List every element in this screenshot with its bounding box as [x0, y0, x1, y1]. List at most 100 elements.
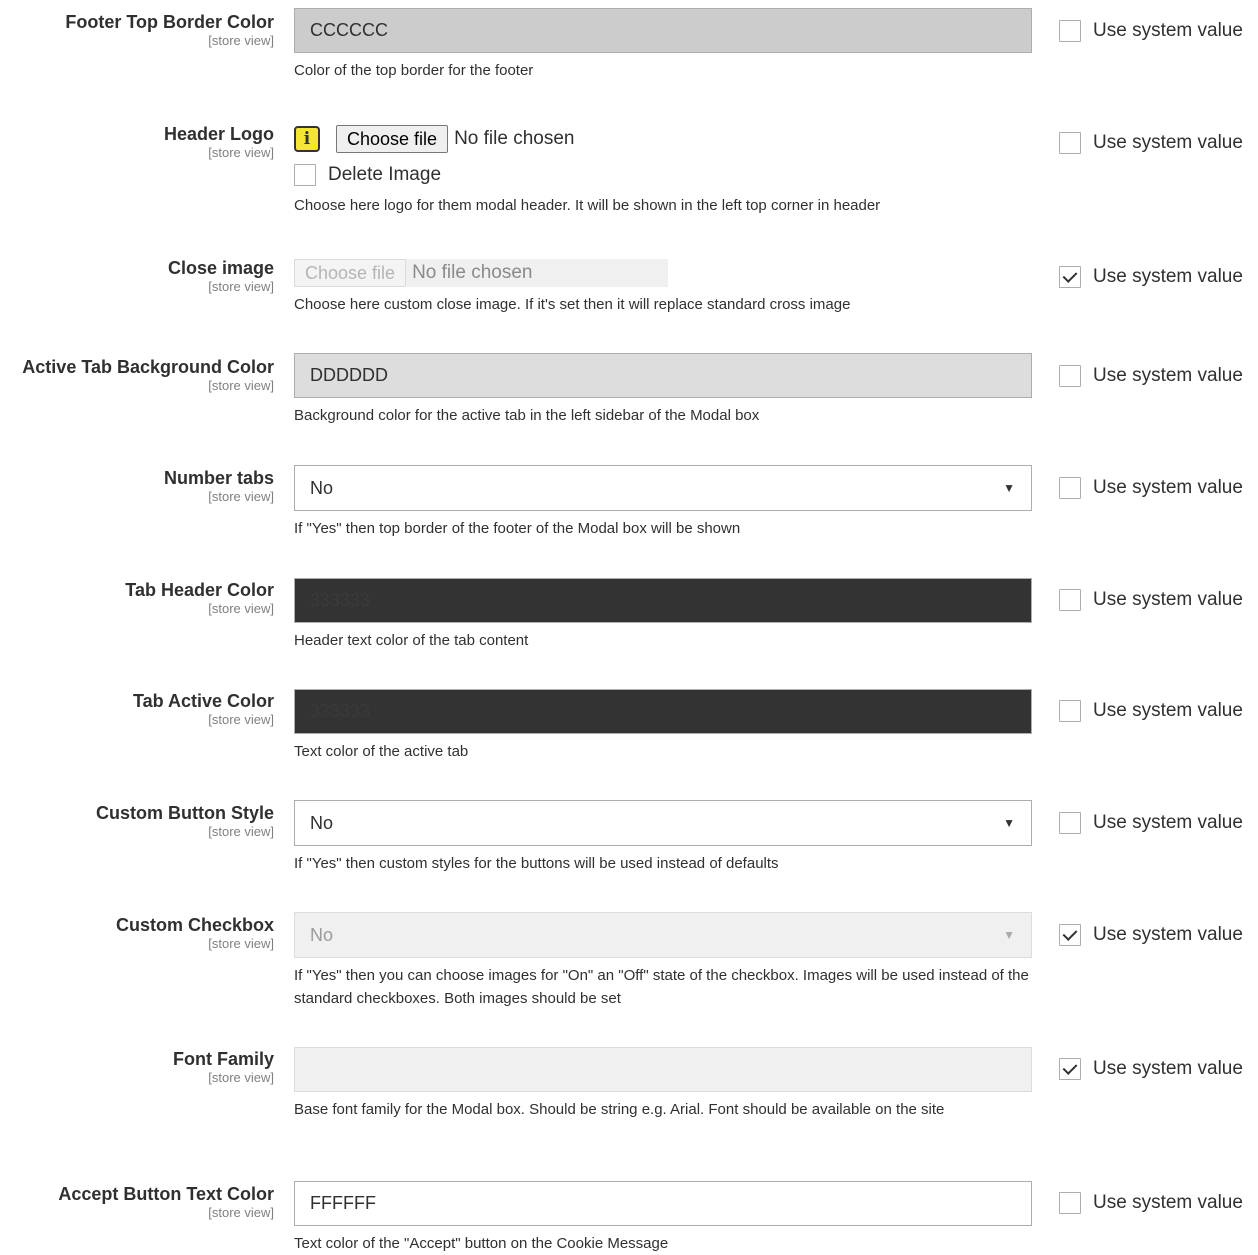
select-value: No	[310, 925, 334, 945]
field-note: If "Yes" then custom styles for the butt…	[294, 855, 779, 872]
use-system-value-toggle[interactable]: Use system value	[1059, 477, 1243, 499]
select-value: No	[310, 813, 334, 833]
field-note: Header text color of the tab content	[294, 632, 529, 649]
use-system-value-checkbox[interactable]	[1059, 589, 1081, 611]
use-system-value-toggle[interactable]: Use system value	[1059, 132, 1243, 154]
field-note: Choose here logo for them modal header. …	[294, 197, 881, 214]
scope-label: [store view]	[208, 712, 274, 727]
use-system-value-label: Use system value	[1093, 477, 1243, 498]
scope-label: [store view]	[208, 145, 274, 160]
scope-label: [store view]	[208, 1205, 274, 1220]
use-system-value-toggle[interactable]: Use system value	[1059, 812, 1243, 834]
use-system-value-checkbox[interactable]	[1059, 365, 1081, 387]
use-system-value-toggle[interactable]: Use system value	[1059, 1058, 1243, 1080]
use-system-value-toggle[interactable]: Use system value	[1059, 1192, 1243, 1214]
use-system-value-label: Use system value	[1093, 589, 1243, 610]
field-label-group: Footer Top Border Color [store view]	[65, 10, 274, 48]
file-upload: i Choose file No file chosen	[294, 124, 1032, 154]
scope-label: [store view]	[208, 824, 274, 839]
use-system-value-label: Use system value	[1093, 1058, 1243, 1079]
accept-button-text-color-input[interactable]: FFFFFF	[294, 1181, 1032, 1226]
file-status: No file chosen	[412, 262, 533, 283]
use-system-value-toggle[interactable]: Use system value	[1059, 589, 1243, 611]
use-system-value-label: Use system value	[1093, 132, 1243, 153]
field-label-group: Tab Active Color [store view]	[133, 689, 274, 727]
field-label: Font Family	[172, 1049, 274, 1069]
choose-file-button: Choose file	[294, 259, 407, 287]
use-system-value-label: Use system value	[1093, 1192, 1243, 1213]
field-label-group: Font Family [store view]	[173, 1047, 274, 1085]
use-system-value-checkbox[interactable]	[1059, 266, 1081, 288]
use-system-value-label: Use system value	[1093, 20, 1243, 41]
field-label: Custom Button Style	[96, 803, 274, 823]
field-label-group: Number tabs [store view]	[164, 466, 274, 504]
field-note: Text color of the "Accept" button on the…	[294, 1235, 669, 1252]
tab-header-color-input[interactable]: 333333	[294, 578, 1032, 623]
scope-label: [store view]	[208, 33, 274, 48]
field-label: Header Logo	[163, 124, 274, 144]
custom-button-style-select[interactable]: No ▼	[294, 800, 1032, 846]
field-note: Color of the top border for the footer	[294, 62, 534, 79]
delete-image-option[interactable]: Delete Image	[294, 164, 1032, 186]
scope-label: [store view]	[208, 1070, 274, 1085]
number-tabs-select[interactable]: No ▼	[294, 465, 1032, 511]
field-note: If "Yes" then top border of the footer o…	[294, 520, 741, 537]
use-system-value-checkbox[interactable]	[1059, 477, 1081, 499]
use-system-value-checkbox[interactable]	[1059, 1192, 1081, 1214]
field-label: Tab Header Color	[125, 580, 274, 600]
dropdown-arrow-icon: ▼	[1003, 481, 1015, 495]
use-system-value-checkbox[interactable]	[1059, 924, 1081, 946]
info-icon[interactable]: i	[294, 126, 320, 152]
active-tab-background-color-input[interactable]: DDDDDD	[294, 353, 1032, 398]
scope-label: [store view]	[208, 601, 274, 616]
field-note: If "Yes" then you can choose images for …	[294, 967, 1029, 1007]
field-label-group: Header Logo [store view]	[164, 122, 274, 160]
field-label: Footer Top Border Color	[65, 12, 274, 32]
field-label: Number tabs	[163, 468, 274, 488]
field-label: Close image	[167, 258, 274, 278]
use-system-value-label: Use system value	[1093, 365, 1243, 386]
tab-active-color-input[interactable]: 333333	[294, 689, 1032, 734]
select-value: No	[310, 478, 334, 498]
field-label-group: Accept Button Text Color [store view]	[58, 1182, 274, 1220]
delete-image-label: Delete Image	[328, 164, 442, 185]
file-status: No file chosen	[454, 128, 575, 149]
field-label: Custom Checkbox	[115, 915, 274, 935]
use-system-value-toggle[interactable]: Use system value	[1059, 924, 1243, 946]
use-system-value-label: Use system value	[1093, 924, 1243, 945]
dropdown-arrow-icon: ▼	[1003, 928, 1015, 942]
dropdown-arrow-icon: ▼	[1003, 816, 1015, 830]
scope-label: [store view]	[208, 489, 274, 504]
use-system-value-label: Use system value	[1093, 812, 1243, 833]
field-note: Text color of the active tab	[294, 743, 469, 760]
footer-top-border-color-input[interactable]: CCCCCC	[294, 8, 1032, 53]
use-system-value-checkbox[interactable]	[1059, 1058, 1081, 1080]
delete-image-checkbox[interactable]	[294, 164, 316, 186]
choose-file-button[interactable]: Choose file	[336, 125, 449, 153]
field-note: Background color for the active tab in t…	[294, 407, 760, 424]
custom-checkbox-select: No ▼	[294, 912, 1032, 958]
field-note: Base font family for the Modal box. Shou…	[294, 1101, 945, 1118]
use-system-value-label: Use system value	[1093, 266, 1243, 287]
use-system-value-checkbox[interactable]	[1059, 132, 1081, 154]
field-label-group: Custom Button Style [store view]	[96, 801, 274, 839]
use-system-value-toggle[interactable]: Use system value	[1059, 20, 1243, 42]
use-system-value-toggle[interactable]: Use system value	[1059, 266, 1243, 288]
file-upload-disabled: Choose file No file chosen	[294, 259, 668, 287]
use-system-value-toggle[interactable]: Use system value	[1059, 700, 1243, 722]
field-label: Active Tab Background Color	[22, 357, 274, 377]
scope-label: [store view]	[208, 279, 274, 294]
field-label: Tab Active Color	[132, 691, 274, 711]
scope-label: [store view]	[208, 936, 274, 951]
field-label-group: Close image [store view]	[168, 256, 274, 294]
field-note: Choose here custom close image. If it's …	[294, 296, 851, 313]
font-family-input	[294, 1047, 1032, 1092]
use-system-value-toggle[interactable]: Use system value	[1059, 365, 1243, 387]
use-system-value-checkbox[interactable]	[1059, 812, 1081, 834]
use-system-value-checkbox[interactable]	[1059, 20, 1081, 42]
use-system-value-label: Use system value	[1093, 700, 1243, 721]
field-label-group: Custom Checkbox [store view]	[116, 913, 274, 951]
field-label-group: Tab Header Color [store view]	[125, 578, 274, 616]
use-system-value-checkbox[interactable]	[1059, 700, 1081, 722]
field-label-group: Active Tab Background Color [store view]	[22, 355, 274, 393]
